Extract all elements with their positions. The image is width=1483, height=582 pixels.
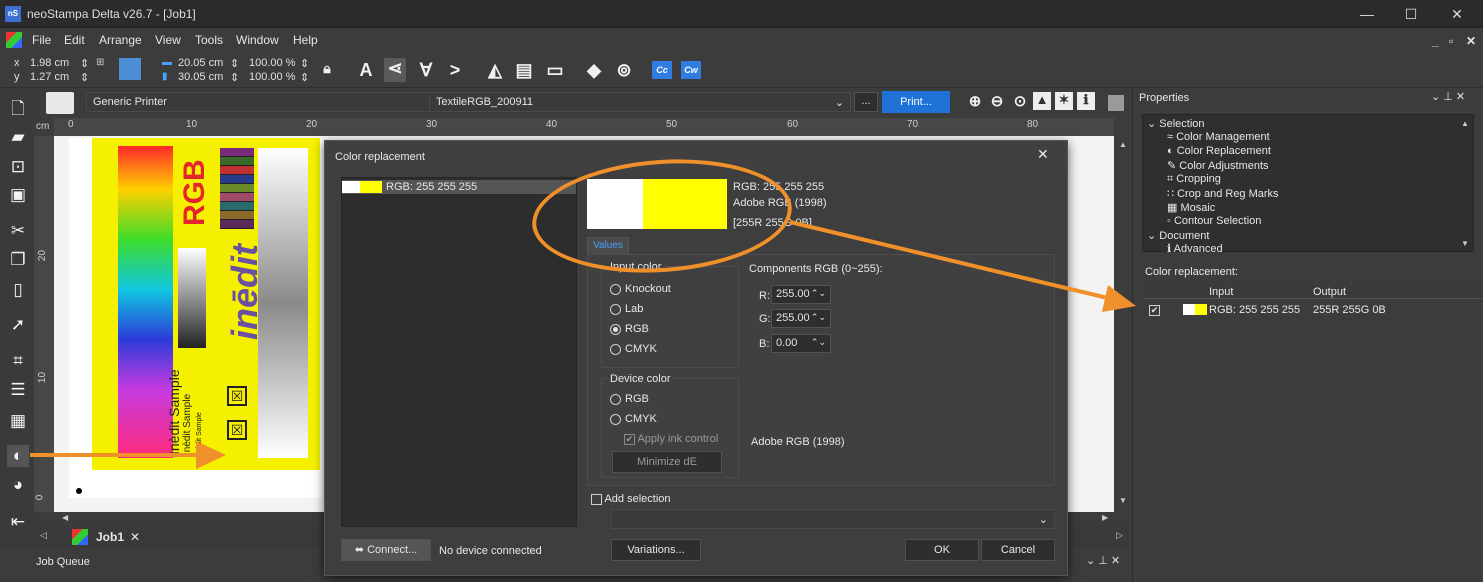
annotation-arrows — [30, 220, 1136, 469]
arrow-head-left — [196, 441, 226, 469]
arrow-head-right — [1102, 285, 1136, 312]
arrow-line-right — [789, 220, 1113, 301]
